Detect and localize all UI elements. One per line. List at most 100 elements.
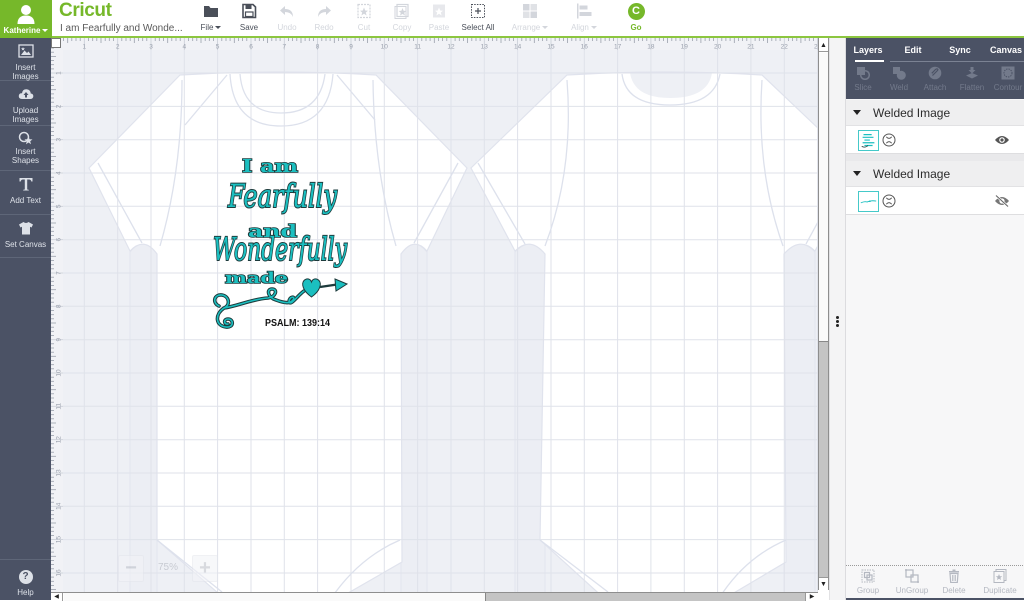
tab-layers[interactable]: Layers <box>846 45 890 55</box>
contour-button[interactable]: Contour <box>990 66 1024 92</box>
layer-row[interactable] <box>846 187 1024 215</box>
vertical-scrollbar[interactable]: ▲ ▼ <box>818 38 829 592</box>
ruler-label-y: 10 <box>56 369 63 377</box>
delete-button[interactable]: Delete <box>932 569 976 595</box>
go-button[interactable]: C Go <box>608 3 664 34</box>
flatten-button[interactable]: Flatten <box>954 66 990 92</box>
zoom-out-button[interactable]: − <box>118 555 144 582</box>
design-text-reference[interactable]: PSALM: 139:14 <box>265 318 330 329</box>
ruler-label-x: 1 <box>82 44 86 51</box>
ruler-label-x: 2 <box>116 44 120 51</box>
design-text-wonderfully[interactable]: Wonderfully <box>212 229 349 269</box>
sidebar-item-set-canvas[interactable]: Set Canvas <box>0 215 51 258</box>
align-menu-button[interactable]: Align <box>556 3 612 34</box>
ruler-label-y: 5 <box>56 204 63 208</box>
tab-sync[interactable]: Sync <box>938 45 982 55</box>
sidebar-item-insert-shapes[interactable]: Insert Shapes <box>0 126 51 171</box>
vertical-scroll-thumb[interactable] <box>819 53 828 342</box>
design-canvas[interactable]: I am Fearfully and Wonderfully made PSAL… <box>51 38 818 592</box>
group-label: Group <box>856 586 880 595</box>
ruler-label-y: 16 <box>56 569 63 577</box>
layer-thumbnail <box>858 130 879 151</box>
ruler-label-y: 1 <box>56 71 63 75</box>
shirt-icon <box>18 222 33 235</box>
layer-group-name: Welded Image <box>873 106 951 120</box>
duplicate-button[interactable]: Duplicate <box>978 569 1022 595</box>
ruler-label-y: 14 <box>56 502 63 510</box>
vertical-scroll-track[interactable] <box>819 342 828 577</box>
ruler-label-x: 17 <box>614 44 622 51</box>
sidebar-item-label: Help <box>17 588 34 597</box>
chevron-down-icon <box>42 29 49 33</box>
help-icon: ? <box>18 570 33 584</box>
design-text-made[interactable]: made <box>224 268 289 288</box>
expand-triangle-icon[interactable] <box>853 171 861 176</box>
weld-button[interactable]: Weld <box>881 66 917 92</box>
user-avatar-icon <box>17 5 35 24</box>
design-text-i-am[interactable]: I am <box>241 155 299 178</box>
cut-linetype-icon[interactable] <box>882 133 896 147</box>
redo-icon <box>318 6 331 17</box>
go-label: Go <box>630 23 642 32</box>
go-icon: C <box>627 3 645 20</box>
select-all-label: Select All <box>461 23 495 32</box>
file-menu-label: File <box>200 23 214 32</box>
cut-linetype-icon[interactable] <box>882 194 896 208</box>
ruler-label-x: 8 <box>316 44 320 51</box>
canvas-svg[interactable]: I am Fearfully and Wonderfully made PSAL… <box>51 38 818 592</box>
arrange-menu-button[interactable]: Arrange <box>502 3 558 34</box>
ungroup-button[interactable]: UnGroup <box>890 569 934 595</box>
ruler-label-x: 13 <box>481 44 489 51</box>
sidebar-item-help[interactable]: ? Help <box>0 559 51 600</box>
horizontal-scrollbar[interactable]: ◀ ▶ <box>51 592 818 601</box>
sidebar-item-add-text[interactable]: Add Text <box>0 171 51 215</box>
left-sidebar: Insert Images Upload Images Insert Shape… <box>0 38 51 600</box>
sidebar-item-label: Insert Shapes <box>11 147 40 165</box>
active-tab-indicator <box>855 60 884 62</box>
arrange-icon <box>523 4 537 18</box>
panel-resize-handle[interactable] <box>829 38 845 600</box>
cut-icon <box>357 3 371 19</box>
text-icon <box>19 178 32 191</box>
ruler-label-y: 13 <box>56 469 63 477</box>
layer-group-separator <box>846 154 1024 161</box>
scroll-up-arrow[interactable]: ▲ <box>819 39 828 52</box>
ruler-label-y: 3 <box>56 138 63 142</box>
tab-edit[interactable]: Edit <box>891 45 935 55</box>
ruler-label-x: 22 <box>781 44 789 51</box>
user-menu-button[interactable]: Katherine <box>0 0 52 38</box>
ruler-label-y: 9 <box>56 338 63 342</box>
panel-footer-divider <box>846 565 1024 566</box>
layer-group-name: Welded Image <box>873 167 951 181</box>
design-text-fearfully[interactable]: Fearfully <box>226 176 338 216</box>
ruler-label-x: 3 <box>149 44 153 51</box>
duplicate-label: Duplicate <box>983 586 1017 595</box>
ruler-label-y: 15 <box>56 536 63 544</box>
expand-triangle-icon[interactable] <box>853 110 861 115</box>
ruler-label-y: 8 <box>56 304 63 308</box>
insert-shapes-icon <box>18 131 32 145</box>
tab-canvas[interactable]: Canvas <box>984 45 1024 55</box>
sidebar-item-upload-images[interactable]: Upload Images <box>0 81 51 126</box>
ruler-label-x: 16 <box>581 44 589 51</box>
ruler-label-y: 6 <box>56 238 63 242</box>
trash-icon <box>949 569 959 583</box>
attach-button[interactable]: Attach <box>917 66 953 92</box>
eye-icon[interactable] <box>994 134 1010 146</box>
zoom-level: 75% <box>157 562 178 573</box>
layer-group-header[interactable]: Welded Image <box>846 100 1024 126</box>
ruler-label-x: 21 <box>747 44 755 51</box>
slice-button[interactable]: Slice <box>845 66 881 92</box>
layer-row[interactable] <box>846 126 1024 154</box>
eye-off-icon[interactable] <box>994 195 1010 207</box>
project-title[interactable]: I am Fearfully and Wonde... <box>60 23 183 34</box>
sidebar-item-insert-images[interactable]: Insert Images <box>0 38 51 81</box>
scroll-down-arrow[interactable]: ▼ <box>819 577 828 590</box>
select-all-icon <box>471 4 485 18</box>
slice-label: Slice <box>854 83 872 92</box>
group-button[interactable]: Group <box>846 569 890 595</box>
select-all-button[interactable]: Select All <box>450 3 506 34</box>
align-menu-label: Align <box>571 23 589 32</box>
zoom-in-button[interactable]: + <box>192 555 218 582</box>
layer-group-header[interactable]: Welded Image <box>846 161 1024 187</box>
